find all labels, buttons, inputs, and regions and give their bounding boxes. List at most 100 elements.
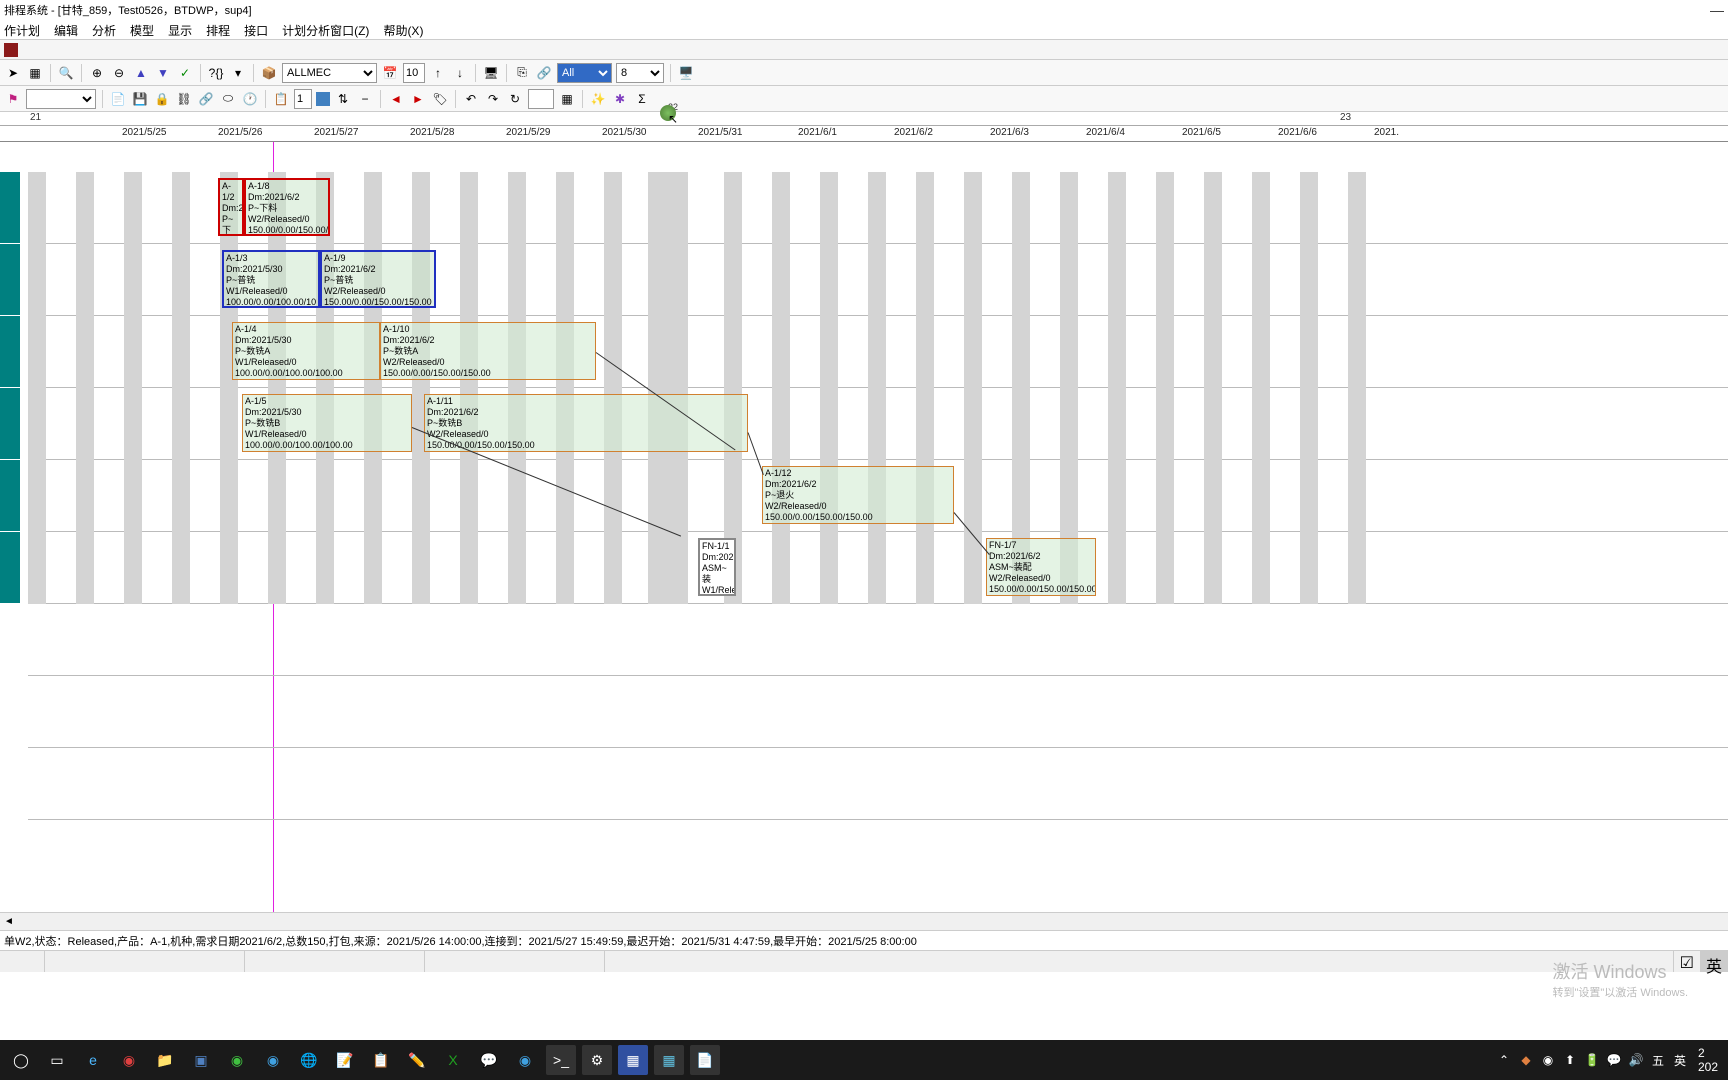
- tray-icon[interactable]: 💬: [1606, 1052, 1622, 1068]
- menu-display[interactable]: 显示: [168, 22, 192, 37]
- tray-icon[interactable]: ◆: [1518, 1052, 1534, 1068]
- chrome-icon[interactable]: 🌐: [294, 1045, 324, 1075]
- tool-dropdown-icon[interactable]: ▾: [229, 64, 247, 82]
- gantt-bar-a111[interactable]: A-1/11 Dm:2021/6/2 P~数铣B W2/Released/0 1…: [424, 394, 748, 452]
- minimize-button[interactable]: —: [1710, 2, 1724, 18]
- record-icon[interactable]: [4, 43, 18, 57]
- ie-icon[interactable]: e: [78, 1045, 108, 1075]
- resource-row-5[interactable]: [0, 460, 20, 532]
- cmd-icon[interactable]: >_: [546, 1045, 576, 1075]
- resource-row-2[interactable]: [0, 244, 20, 316]
- menu-analyze[interactable]: 分析: [92, 22, 116, 37]
- tool-cal-icon[interactable]: 📅: [381, 64, 399, 82]
- app2-icon[interactable]: ▣: [186, 1045, 216, 1075]
- gantt-bar-a14[interactable]: A-1/4 Dm:2021/5/30 P~数铣A W1/Released/0 1…: [232, 322, 380, 380]
- gantt-bar-a19[interactable]: A-1/9 Dm:2021/6/2 P~普铣 W2/Released/0 150…: [320, 250, 436, 308]
- excel-icon[interactable]: X: [438, 1045, 468, 1075]
- tray-volume-icon[interactable]: 🔊: [1628, 1052, 1644, 1068]
- tool2-save-icon[interactable]: 💾: [131, 90, 149, 108]
- tray-up-icon[interactable]: ⌃: [1496, 1052, 1512, 1068]
- gantt-chart[interactable]: A-1/2 Dm:20 P~下 W1/R 100.0 A-1/8 Dm:2021…: [0, 142, 1728, 912]
- tool2-star-icon[interactable]: ✱: [611, 90, 629, 108]
- status-lang[interactable]: 英: [1700, 951, 1728, 972]
- app6-icon[interactable]: ◉: [510, 1045, 540, 1075]
- gantt-bar-fn11[interactable]: FN-1/1 Dm:2021 ASM~装 W1/Rele 100.00/: [698, 538, 736, 596]
- tool2-select[interactable]: [26, 89, 96, 109]
- tool-link-icon[interactable]: 🔗: [535, 64, 553, 82]
- tool2-undo-icon[interactable]: ↶: [462, 90, 480, 108]
- tool2-chain-icon[interactable]: ⛓: [175, 90, 193, 108]
- tool2-redo2-icon[interactable]: ↻: [506, 90, 524, 108]
- resource-row-3[interactable]: [0, 316, 20, 388]
- edge-icon[interactable]: ◉: [258, 1045, 288, 1075]
- tray-icon[interactable]: ⬆: [1562, 1052, 1578, 1068]
- tool2-minus-icon[interactable]: −: [356, 90, 374, 108]
- taskview-button[interactable]: ▭: [42, 1045, 72, 1075]
- wechat-icon[interactable]: 💬: [474, 1045, 504, 1075]
- menu-plan[interactable]: 作计划: [4, 22, 40, 37]
- tool2-updown-icon[interactable]: ⇅: [334, 90, 352, 108]
- tool2-sigma-icon[interactable]: Σ: [633, 90, 651, 108]
- menu-planwin[interactable]: 计划分析窗口(Z): [282, 22, 369, 37]
- menu-model[interactable]: 模型: [130, 22, 154, 37]
- menu-help[interactable]: 帮助(X): [383, 22, 423, 37]
- tool-grid-icon[interactable]: ▦: [26, 64, 44, 82]
- hl-select-2[interactable]: 8: [616, 63, 664, 83]
- tool2-wand-icon[interactable]: ✨: [589, 90, 607, 108]
- tray-clock[interactable]: 2202: [1694, 1052, 1722, 1068]
- tool-search-icon[interactable]: 🔍: [57, 64, 75, 82]
- tool-screen-icon[interactable]: 🖥: [482, 64, 500, 82]
- tool2-bar-icon[interactable]: [316, 92, 330, 106]
- tool2-left-icon[interactable]: ◄: [387, 90, 405, 108]
- tool2-redo-icon[interactable]: ↷: [484, 90, 502, 108]
- tool-monitor-icon[interactable]: 🖥️: [677, 64, 695, 82]
- spin-input[interactable]: [294, 89, 312, 109]
- tool-info-icon[interactable]: ?{}: [207, 64, 225, 82]
- gantt-bar-fn17[interactable]: FN-1/7 Dm:2021/6/2 ASM~装配 W2/Released/0 …: [986, 538, 1096, 596]
- tool2-clock-icon[interactable]: 🕐: [241, 90, 259, 108]
- tool-check-icon[interactable]: ✓: [176, 64, 194, 82]
- resource-row-4[interactable]: [0, 388, 20, 460]
- app5-icon[interactable]: ✏️: [402, 1045, 432, 1075]
- tool-copy-icon[interactable]: ⎘: [513, 64, 531, 82]
- app-icon[interactable]: ◉: [114, 1045, 144, 1075]
- tool-box-icon[interactable]: 📦: [260, 64, 278, 82]
- tool2-oval-icon[interactable]: ⬭: [219, 90, 237, 108]
- hl-select-1[interactable]: All: [557, 63, 612, 83]
- app3-icon[interactable]: ◉: [222, 1045, 252, 1075]
- tool-up2-icon[interactable]: ↑: [429, 64, 447, 82]
- gantt-bar-a110[interactable]: A-1/10 Dm:2021/6/2 P~数铣A W2/Released/0 1…: [380, 322, 596, 380]
- tool2-doc2-icon[interactable]: 📋: [272, 90, 290, 108]
- tool2-grid2-icon[interactable]: ▦: [558, 90, 576, 108]
- tool2-lock-icon[interactable]: 🔒: [153, 90, 171, 108]
- tool-zoomin-icon[interactable]: ⊕: [88, 64, 106, 82]
- menu-edit[interactable]: 编辑: [54, 22, 78, 37]
- app4-icon[interactable]: 📋: [366, 1045, 396, 1075]
- tool-down2-icon[interactable]: ↓: [451, 64, 469, 82]
- gantt-bar-a18[interactable]: A-1/8 Dm:2021/6/2 P~下料 W2/Released/0 150…: [244, 178, 330, 236]
- tool-down-icon[interactable]: ▼: [154, 64, 172, 82]
- gantt-bar-a112[interactable]: A-1/12 Dm:2021/6/2 P~退火 W2/Released/0 15…: [762, 466, 954, 524]
- tool2-right-icon[interactable]: ►: [409, 90, 427, 108]
- tray-icon[interactable]: ◉: [1540, 1052, 1556, 1068]
- start-button[interactable]: ◯: [6, 1045, 36, 1075]
- scroll-left-icon[interactable]: ◄: [0, 916, 18, 927]
- tool2-doc-icon[interactable]: 📄: [109, 90, 127, 108]
- tool2-link2-icon[interactable]: 🔗: [197, 90, 215, 108]
- num-input[interactable]: [403, 63, 425, 83]
- timeline-header[interactable]: 21 23 2021/5/252021/5/262021/5/272021/5/…: [0, 112, 1728, 142]
- tool2-num[interactable]: [528, 89, 554, 109]
- tool-up-icon[interactable]: ▲: [132, 64, 150, 82]
- gantt-bar-a15[interactable]: A-1/5 Dm:2021/5/30 P~数铣B W1/Released/0 1…: [242, 394, 412, 452]
- resource-row-1[interactable]: [0, 172, 20, 244]
- tray-lang1[interactable]: 五: [1650, 1052, 1666, 1068]
- tray-lang2[interactable]: 英: [1672, 1052, 1688, 1068]
- menu-schedule[interactable]: 排程: [206, 22, 230, 37]
- tray-icon[interactable]: 🔋: [1584, 1052, 1600, 1068]
- tool-zoomout-icon[interactable]: ⊖: [110, 64, 128, 82]
- tool2-flag-icon[interactable]: ⚑: [4, 90, 22, 108]
- app8-icon[interactable]: ▦: [618, 1045, 648, 1075]
- mec-select[interactable]: ALLMEC: [282, 63, 377, 83]
- tool2-tag-icon[interactable]: 🏷: [431, 90, 449, 108]
- status-checkbox[interactable]: ☑: [1674, 951, 1700, 972]
